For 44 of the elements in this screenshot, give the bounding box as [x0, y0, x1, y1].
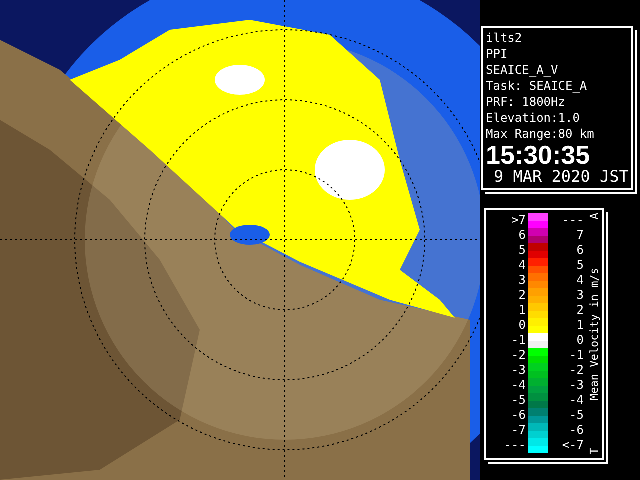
info-line: PPI	[486, 46, 509, 62]
info-line: SEAICE_A_V	[486, 62, 560, 78]
legend-label: 3	[576, 288, 585, 303]
time-label: 15:30:35	[486, 142, 592, 168]
legend-label: 7	[576, 228, 585, 243]
legend-label: 0	[576, 333, 585, 348]
legend-title: Mean Velocity in m/s	[588, 268, 601, 400]
date-label: 9 MAR 2020 JST	[493, 168, 628, 186]
info-line: Task: SEAICE_A	[486, 78, 588, 94]
info-line: Max Range:80 km	[486, 126, 596, 142]
legend-label: >7	[510, 213, 527, 228]
legend-label: 6	[576, 243, 585, 258]
legend-mark: T	[588, 448, 601, 455]
legend-label: -1	[568, 348, 585, 363]
legend-label: 6	[518, 228, 527, 243]
legend-label: 3	[518, 273, 527, 288]
legend-label: ---	[561, 213, 585, 228]
legend-label: 4	[518, 258, 527, 273]
legend-label: -7	[510, 423, 527, 438]
legend-label: -5	[510, 393, 527, 408]
legend-label: 0	[518, 318, 527, 333]
legend-label: 1	[518, 303, 527, 318]
legend-label: -3	[510, 363, 527, 378]
legend-label: -2	[568, 363, 585, 378]
legend-label: 5	[518, 243, 527, 258]
legend-label: -6	[568, 423, 585, 438]
info-line: ilts2	[486, 30, 524, 46]
legend-label: -6	[510, 408, 527, 423]
legend-label: -4	[510, 378, 527, 393]
legend-label: -5	[568, 408, 585, 423]
legend-mark: A	[588, 213, 601, 220]
legend-label: -4	[568, 393, 585, 408]
legend-label: -3	[568, 378, 585, 393]
legend-label: 4	[576, 273, 585, 288]
legend-label: 5	[576, 258, 585, 273]
info-line: Elevation:1.0	[486, 110, 581, 126]
legend-label: 1	[576, 318, 585, 333]
legend-label: ---	[503, 438, 527, 453]
info-line: PRF: 1800Hz	[486, 94, 566, 110]
legend-label: 2	[576, 303, 585, 318]
legend-label: <-7	[561, 438, 585, 453]
legend-label: -1	[510, 333, 527, 348]
legend-label: -2	[510, 348, 527, 363]
legend-label: 2	[518, 288, 527, 303]
